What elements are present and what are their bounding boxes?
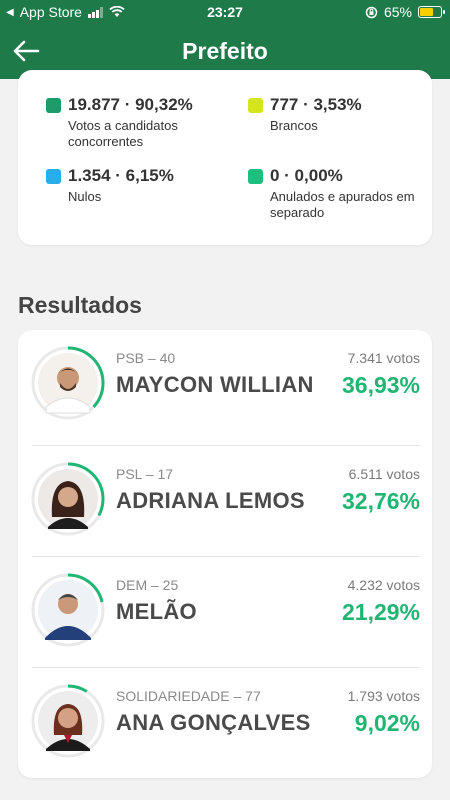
summary-item-candidates: 19.877 · 90,32% Votos a candidatos conco…: [46, 95, 216, 150]
candidate-row[interactable]: PSL – 17 ADRIANA LEMOS 6.511 votos 32,76…: [18, 446, 432, 556]
candidate-avatar: [31, 684, 105, 758]
candidate-avatar: [31, 462, 105, 536]
summary-label: Nulos: [68, 189, 102, 204]
candidate-votes: 6.511 votos: [348, 466, 420, 482]
candidate-name: ADRIANA LEMOS: [116, 488, 305, 513]
candidate-name: MAYCON WILLIAN: [116, 372, 314, 397]
candidate-avatar: [31, 573, 105, 647]
candidate-name: MELÃO: [116, 599, 197, 624]
candidate-row[interactable]: DEM – 25 MELÃO 4.232 votos 21,29%: [18, 557, 432, 667]
candidate-percent: 32,76%: [341, 488, 420, 514]
summary-item-annulled: 0 · 0,00% Anulados e apurados em separad…: [248, 166, 418, 221]
battery-fill: [420, 8, 433, 16]
candidate-name: ANA GONÇALVES: [116, 710, 311, 735]
status-bar: ◀ App Store 23:27 65%: [0, 0, 450, 24]
legend-swatch: [248, 97, 263, 113]
legend-swatch: [46, 97, 61, 113]
candidate-votes: 1.793 votos: [347, 688, 420, 704]
results-heading: Resultados: [18, 292, 142, 318]
candidate-row[interactable]: PSB – 40 MAYCON WILLIAN 7.341 votos 36,9…: [18, 330, 432, 445]
candidate-party: DEM – 25: [116, 577, 179, 593]
summary-item-null: 1.354 · 6,15% Nulos: [46, 166, 216, 205]
results-card: PSB – 40 MAYCON WILLIAN 7.341 votos 36,9…: [18, 330, 432, 778]
candidate-party: PSB – 40: [116, 350, 176, 366]
summary-label: Anulados e apurados em separado: [270, 189, 415, 220]
summary-value: 777 · 3,53%: [270, 95, 362, 114]
candidate-votes: 4.232 votos: [347, 577, 420, 593]
battery-icon: [418, 6, 445, 18]
candidate-row[interactable]: SOLIDARIEDADE – 77 ANA GONÇALVES 1.793 v…: [18, 668, 432, 778]
summary-value: 1.354 · 6,15%: [68, 166, 174, 185]
summary-item-blank: 777 · 3,53% Brancos: [248, 95, 418, 134]
candidate-votes: 7.341 votos: [347, 350, 420, 366]
legend-swatch: [248, 168, 263, 184]
candidate-percent: 9,02%: [354, 710, 420, 736]
orientation-lock-icon: [365, 6, 378, 18]
summary-value: 19.877 · 90,32%: [68, 95, 193, 114]
candidate-party: SOLIDARIEDADE – 77: [116, 688, 261, 704]
candidate-percent: 21,29%: [341, 599, 420, 625]
candidate-percent: 36,93%: [341, 372, 420, 398]
status-bar-right: 65%: [365, 4, 445, 20]
summary-label: Votos a candidatos concorrentes: [68, 118, 178, 149]
summary-value: 0 · 0,00%: [270, 166, 343, 185]
candidate-avatar: [31, 346, 105, 420]
summary-card: 19.877 · 90,32% Votos a candidatos conco…: [18, 70, 432, 245]
page-title: Prefeito: [182, 38, 268, 64]
candidate-party: PSL – 17: [116, 466, 174, 482]
summary-label: Brancos: [270, 118, 318, 133]
legend-swatch: [46, 168, 61, 184]
battery-percent: 65%: [383, 4, 412, 20]
